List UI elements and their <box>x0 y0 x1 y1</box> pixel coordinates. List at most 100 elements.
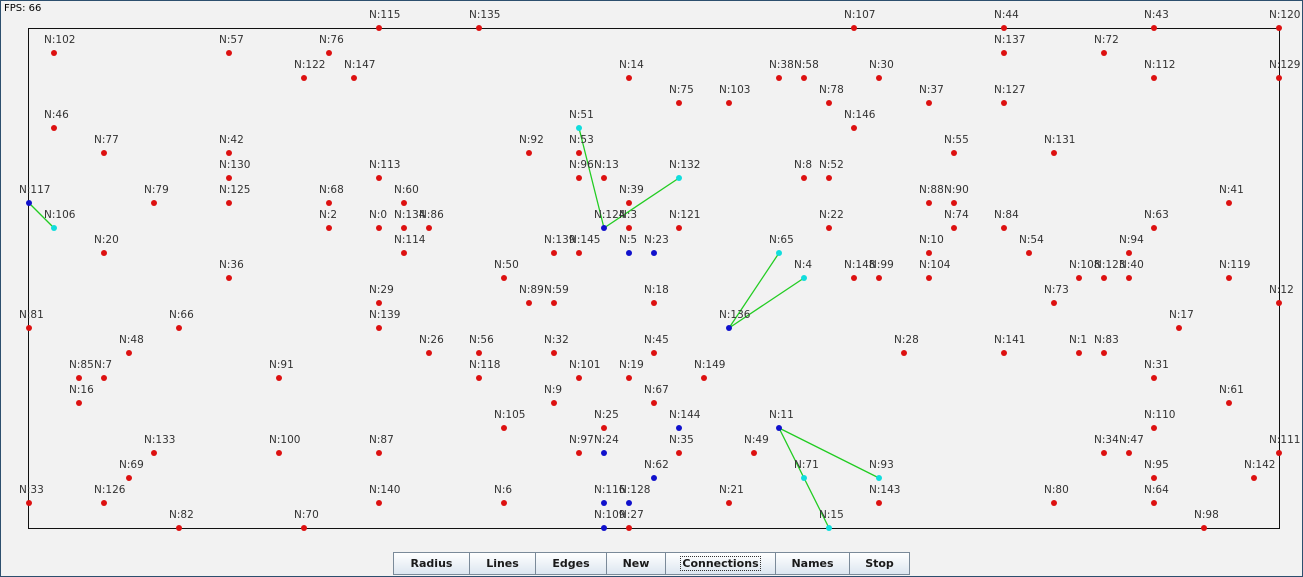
connections-button[interactable]: Connections <box>666 552 776 575</box>
node-dot <box>726 100 732 106</box>
node-label: N:133 <box>144 434 175 446</box>
node-label: N:38 <box>769 59 794 71</box>
node-label: N:93 <box>869 459 894 471</box>
node-label: N:15 <box>819 509 844 521</box>
node-dot <box>351 75 357 81</box>
node-label: N:9 <box>544 384 562 396</box>
node-label: N:105 <box>494 409 525 421</box>
names-button[interactable]: Names <box>776 552 850 575</box>
node-label: N:107 <box>844 9 875 21</box>
control-toolbar: Radius Lines Edges New Connections Names… <box>393 552 910 575</box>
node-dot <box>551 400 557 406</box>
node-dot <box>1151 500 1157 506</box>
node-dot <box>226 150 232 156</box>
node-label: N:30 <box>869 59 894 71</box>
node-dot <box>1176 325 1182 331</box>
node-dot <box>476 25 482 31</box>
node-dot <box>1076 350 1082 356</box>
node-dot <box>1051 150 1057 156</box>
node-dot <box>226 175 232 181</box>
node-dot <box>951 150 957 156</box>
node-dot <box>676 225 682 231</box>
node-dot <box>401 200 407 206</box>
edges-button[interactable]: Edges <box>536 552 607 575</box>
node-dot <box>476 350 482 356</box>
node-label: N:44 <box>994 9 1019 21</box>
node-label: N:13 <box>594 159 619 171</box>
lines-button[interactable]: Lines <box>470 552 536 575</box>
node-label: N:103 <box>719 84 750 96</box>
node-label: N:113 <box>369 159 400 171</box>
node-label: N:83 <box>1094 334 1119 346</box>
node-dot <box>426 225 432 231</box>
node-dot <box>51 225 57 231</box>
node-label: N:5 <box>619 234 637 246</box>
node-dot <box>751 450 757 456</box>
new-button[interactable]: New <box>607 552 666 575</box>
node-dot <box>376 300 382 306</box>
node-dot <box>1101 275 1107 281</box>
node-label: N:4 <box>794 259 812 271</box>
node-dot <box>376 225 382 231</box>
node-label: N:68 <box>319 184 344 196</box>
node-label: N:61 <box>1219 384 1244 396</box>
node-label: N:20 <box>94 234 119 246</box>
node-dot <box>1076 275 1082 281</box>
node-dot <box>851 25 857 31</box>
stop-button[interactable]: Stop <box>850 552 910 575</box>
node-label: N:79 <box>144 184 169 196</box>
node-dot <box>551 300 557 306</box>
node-label: N:23 <box>644 234 669 246</box>
node-label: N:0 <box>369 209 387 221</box>
node-dot <box>901 350 907 356</box>
node-label: N:127 <box>994 84 1025 96</box>
world-boundary <box>28 28 1280 529</box>
node-dot <box>626 250 632 256</box>
node-label: N:115 <box>369 9 400 21</box>
node-dot <box>776 250 782 256</box>
node-label: N:76 <box>319 34 344 46</box>
node-dot <box>601 175 607 181</box>
node-dot <box>776 75 782 81</box>
node-dot <box>1001 25 1007 31</box>
node-dot <box>326 200 332 206</box>
node-dot <box>76 400 82 406</box>
node-dot <box>26 200 32 206</box>
node-label: N:1 <box>1069 334 1087 346</box>
node-label: N:42 <box>219 134 244 146</box>
node-dot <box>701 375 707 381</box>
node-dot <box>651 250 657 256</box>
node-label: N:99 <box>869 259 894 271</box>
node-dot <box>601 425 607 431</box>
node-label: N:22 <box>819 209 844 221</box>
node-dot <box>151 450 157 456</box>
node-dot <box>801 475 807 481</box>
node-dot <box>1101 50 1107 56</box>
radius-button[interactable]: Radius <box>393 552 470 575</box>
node-dot <box>776 425 782 431</box>
node-dot <box>51 50 57 56</box>
node-dot <box>626 75 632 81</box>
simulation-canvas[interactable]: N:115 N:135 N:107 N:44 N:43 N:120 N:102 N:57 N:7… <box>1 1 1302 549</box>
node-label: N:66 <box>169 309 194 321</box>
node-dot <box>1026 250 1032 256</box>
node-dot <box>801 75 807 81</box>
node-dot <box>1201 525 1207 531</box>
node-label: N:114 <box>394 234 426 246</box>
node-label: N:71 <box>794 459 819 471</box>
node-label: N:63 <box>1144 209 1169 221</box>
node-label: N:97 <box>569 434 594 446</box>
node-label: N:86 <box>419 209 444 221</box>
node-dot <box>626 525 632 531</box>
window-frame: N:115 N:135 N:107 N:44 N:43 N:120 N:102 N:57 N:7… <box>0 0 1303 577</box>
node-dot <box>726 325 732 331</box>
node-label: N:137 <box>994 34 1025 46</box>
node-dot <box>601 225 607 231</box>
node-dot <box>676 425 682 431</box>
node-dot <box>1001 225 1007 231</box>
node-dot <box>1226 400 1232 406</box>
node-label: N:59 <box>544 284 569 296</box>
node-dot <box>1276 300 1282 306</box>
node-dot <box>876 75 882 81</box>
node-dot <box>876 275 882 281</box>
